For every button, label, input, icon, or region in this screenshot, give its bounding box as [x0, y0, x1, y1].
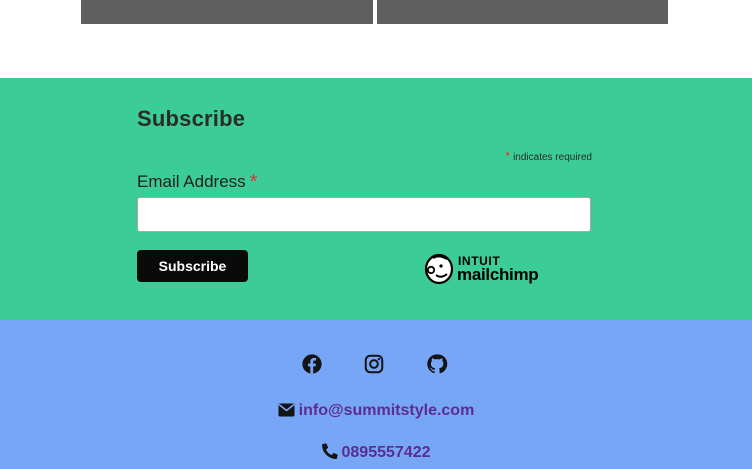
mailchimp-logo-icon: [424, 253, 454, 285]
contact-phone-line: 0895557422: [0, 443, 752, 462]
phone-icon: [321, 443, 338, 459]
facebook-icon[interactable]: [301, 353, 323, 375]
required-asterisk: *: [505, 149, 511, 163]
email-label-text: Email Address: [137, 172, 246, 191]
mailchimp-badge-name: mailchimp: [457, 265, 539, 284]
subscribe-section: Subscribe * indicates required Email Addr…: [0, 78, 752, 320]
subscribe-title: Subscribe: [137, 106, 246, 131]
subscribe-button[interactable]: Subscribe: [137, 250, 248, 282]
contact-email-line: info@summitstyle.com: [0, 402, 752, 420]
email-required-asterisk: *: [249, 171, 258, 193]
mailchimp-badge[interactable]: INTUIT mailchimp: [423, 252, 547, 286]
email-label: Email Address *: [137, 170, 257, 193]
site-footer: info@summitstyle.com 0895557422: [0, 320, 752, 469]
required-note-text: indicates required: [513, 152, 592, 163]
content-top-area: [0, 0, 752, 78]
email-field[interactable]: [137, 197, 591, 232]
required-note: * indicates required: [505, 149, 592, 163]
contact-email-link[interactable]: info@summitstyle.com: [299, 402, 475, 419]
contact-phone-link[interactable]: 0895557422: [342, 444, 431, 461]
image-card-right[interactable]: [377, 0, 668, 24]
image-card-left[interactable]: [81, 0, 373, 24]
instagram-icon[interactable]: [363, 353, 385, 375]
envelope-icon: [278, 403, 295, 417]
github-icon[interactable]: [426, 353, 448, 375]
